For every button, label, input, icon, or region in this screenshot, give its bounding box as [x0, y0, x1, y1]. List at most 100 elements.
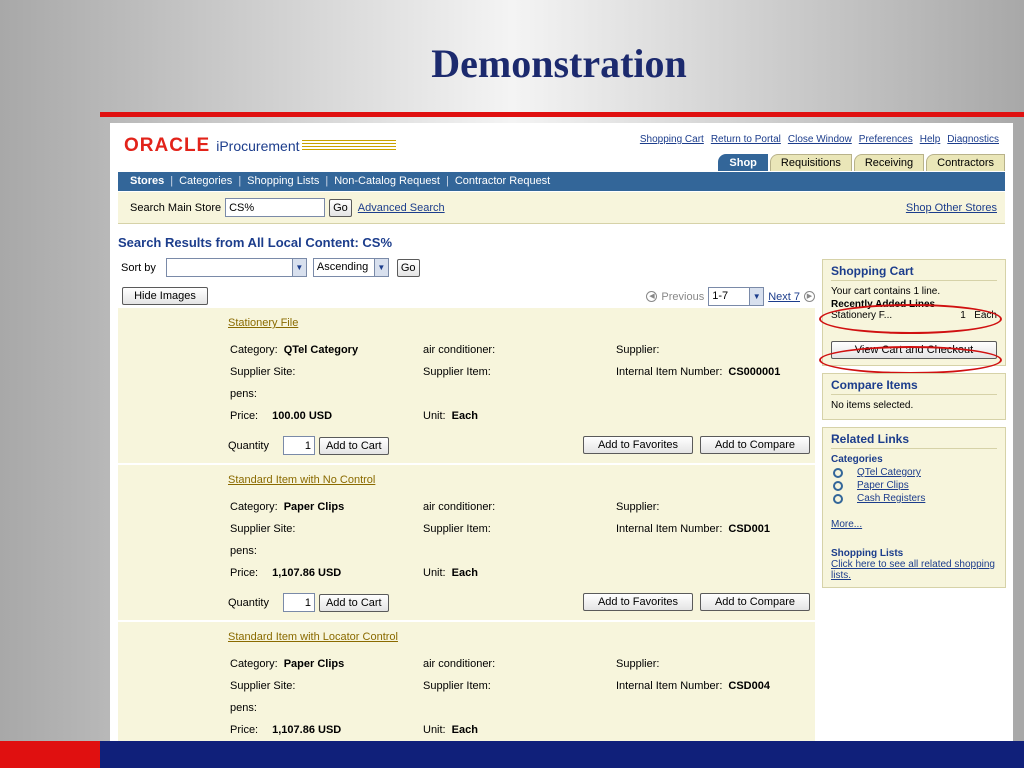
subnav-categories[interactable]: Categories: [179, 172, 232, 191]
supplier-site-label: Supplier Site:: [230, 680, 296, 692]
search-input[interactable]: [225, 198, 326, 217]
quantity-input[interactable]: [282, 593, 315, 612]
price-value: 100.00 USD: [272, 410, 333, 422]
item-name-link[interactable]: Stationery File: [228, 317, 298, 329]
add-to-favorites-button[interactable]: Add to Favorites: [583, 593, 693, 611]
oracle-logo: ORACLE iProcurement: [124, 135, 396, 157]
air-conditioner-label: air conditioner:: [423, 501, 496, 513]
subnav-separator: |: [325, 175, 329, 187]
internal-item-label: Internal Item Number:: [616, 523, 723, 535]
subnav-contractor-request[interactable]: Contractor Request: [455, 172, 550, 191]
price-field: Price: 1,107.86 USD: [230, 567, 341, 579]
related-more-link[interactable]: More...: [831, 519, 862, 530]
subnav-shopping-lists[interactable]: Shopping Lists: [247, 172, 319, 191]
radio-bullet-icon: [833, 480, 843, 491]
pens-label: pens:: [230, 388, 257, 400]
add-to-cart-button[interactable]: Add to Cart: [318, 436, 389, 455]
add-to-compare-button[interactable]: Add to Compare: [700, 436, 810, 454]
subnav-non-catalog-request[interactable]: Non-Catalog Request: [334, 172, 440, 191]
subnav-separator: |: [238, 175, 242, 187]
logo-brand: ORACLE: [124, 135, 211, 156]
sort-order-select[interactable]: Ascending ▼: [312, 258, 389, 277]
unit-label: Unit:: [423, 724, 446, 736]
global-link-close-window[interactable]: Close Window: [788, 134, 852, 145]
pagination: ◀ Previous 1-7 ▼ Next 7 ▶: [646, 287, 815, 306]
item-name-link[interactable]: Standard Item with Locator Control: [228, 631, 398, 643]
item-name-link[interactable]: Standard Item with No Control: [228, 474, 375, 486]
cart-summary: Your cart contains 1 line.: [831, 286, 941, 297]
chevron-down-icon: ▼: [291, 259, 306, 276]
search-go-button[interactable]: Go: [329, 198, 352, 217]
compare-items-panel: Compare Items No items selected.: [822, 373, 1006, 420]
related-category-link[interactable]: QTel Category: [857, 467, 921, 478]
tab-shop[interactable]: Shop: [718, 154, 768, 171]
category-label: Category:: [230, 501, 278, 513]
page-range-select[interactable]: 1-7 ▼: [708, 287, 765, 306]
quantity-row: Quantity Add to Cart: [228, 593, 389, 612]
quantity-input[interactable]: [282, 436, 315, 455]
tab-contractors[interactable]: Contractors: [926, 154, 1005, 171]
internal-item-label: Internal Item Number:: [616, 680, 723, 692]
category-field: Category: QTel Category: [230, 344, 358, 356]
slide-footer-bar: [0, 741, 1024, 768]
tab-requisitions[interactable]: Requisitions: [769, 154, 852, 171]
supplier-item-label: Supplier Item:: [423, 366, 491, 378]
internal-item-value: CSD004: [728, 680, 770, 692]
advanced-search-link[interactable]: Advanced Search: [358, 202, 445, 214]
unit-label: Unit:: [423, 567, 446, 579]
tab-receiving[interactable]: Receiving: [853, 154, 925, 171]
price-value: 1,107.86 USD: [272, 724, 342, 736]
related-shopping-lists-link[interactable]: Click here to see all related shopping l…: [831, 559, 997, 581]
page-range-value: 1-7: [712, 290, 729, 302]
shopping-cart-title: Shopping Cart: [831, 264, 997, 281]
sort-by-select[interactable]: ▼: [165, 258, 307, 277]
previous-arrow-icon: ◀: [646, 291, 658, 302]
related-category-link[interactable]: Cash Registers: [857, 493, 925, 504]
compare-empty-text: No items selected.: [831, 400, 914, 411]
internal-item-field: Internal Item Number: CS000001: [616, 366, 780, 378]
price-field: Price: 1,107.86 USD: [230, 724, 341, 736]
global-link-shopping-cart[interactable]: Shopping Cart: [640, 134, 704, 145]
subnav-separator: |: [170, 175, 174, 187]
global-link-diagnostics[interactable]: Diagnostics: [947, 134, 999, 145]
global-link-help[interactable]: Help: [920, 134, 941, 145]
next-arrow-icon[interactable]: ▶: [804, 291, 815, 302]
add-to-favorites-button[interactable]: Add to Favorites: [583, 436, 693, 454]
pens-label: pens:: [230, 545, 257, 557]
internal-item-field: Internal Item Number: CSD001: [616, 523, 770, 535]
sort-order-value: Ascending: [316, 261, 369, 273]
air-conditioner-label: air conditioner:: [423, 344, 496, 356]
internal-item-value: CSD001: [728, 523, 770, 535]
category-value: Paper Clips: [283, 501, 345, 513]
price-field: Price: 100.00 USD: [230, 410, 332, 422]
radio-bullet-icon: [833, 493, 843, 504]
related-links-panel: Related Links Categories QTel Category P…: [822, 427, 1006, 588]
add-to-compare-button[interactable]: Add to Compare: [700, 593, 810, 611]
global-link-return-to-portal[interactable]: Return to Portal: [711, 134, 781, 145]
shop-other-stores-link[interactable]: Shop Other Stores: [906, 202, 997, 214]
sub-navigation: Stores | Categories | Shopping Lists | N…: [118, 172, 1005, 191]
sort-row: Sort by ▼ Ascending ▼ Go: [121, 258, 420, 277]
next-link[interactable]: Next 7: [768, 291, 800, 303]
sort-go-button[interactable]: Go: [396, 258, 420, 277]
quantity-row: Quantity Add to Cart: [228, 436, 389, 455]
category-label: Category:: [230, 658, 278, 670]
supplier-site-label: Supplier Site:: [230, 366, 296, 378]
hide-images-button[interactable]: Hide Images: [122, 287, 208, 305]
internal-item-field: Internal Item Number: CSD004: [616, 680, 770, 692]
subnav-stores[interactable]: Stores: [130, 172, 164, 191]
supplier-label: Supplier:: [616, 658, 660, 670]
global-link-preferences[interactable]: Preferences: [859, 134, 913, 145]
previous-link: Previous: [661, 290, 705, 303]
price-value: 1,107.86 USD: [272, 567, 342, 579]
related-category-link[interactable]: Paper Clips: [857, 480, 909, 491]
related-category-item: Paper Clips: [831, 480, 997, 491]
highlight-oval-checkout: [819, 346, 1002, 374]
compare-items-title: Compare Items: [831, 378, 997, 395]
add-to-cart-button[interactable]: Add to Cart: [318, 593, 389, 612]
supplier-item-label: Supplier Item:: [423, 680, 491, 692]
unit-value: Each: [451, 410, 478, 422]
search-label: Search Main Store: [130, 201, 222, 214]
